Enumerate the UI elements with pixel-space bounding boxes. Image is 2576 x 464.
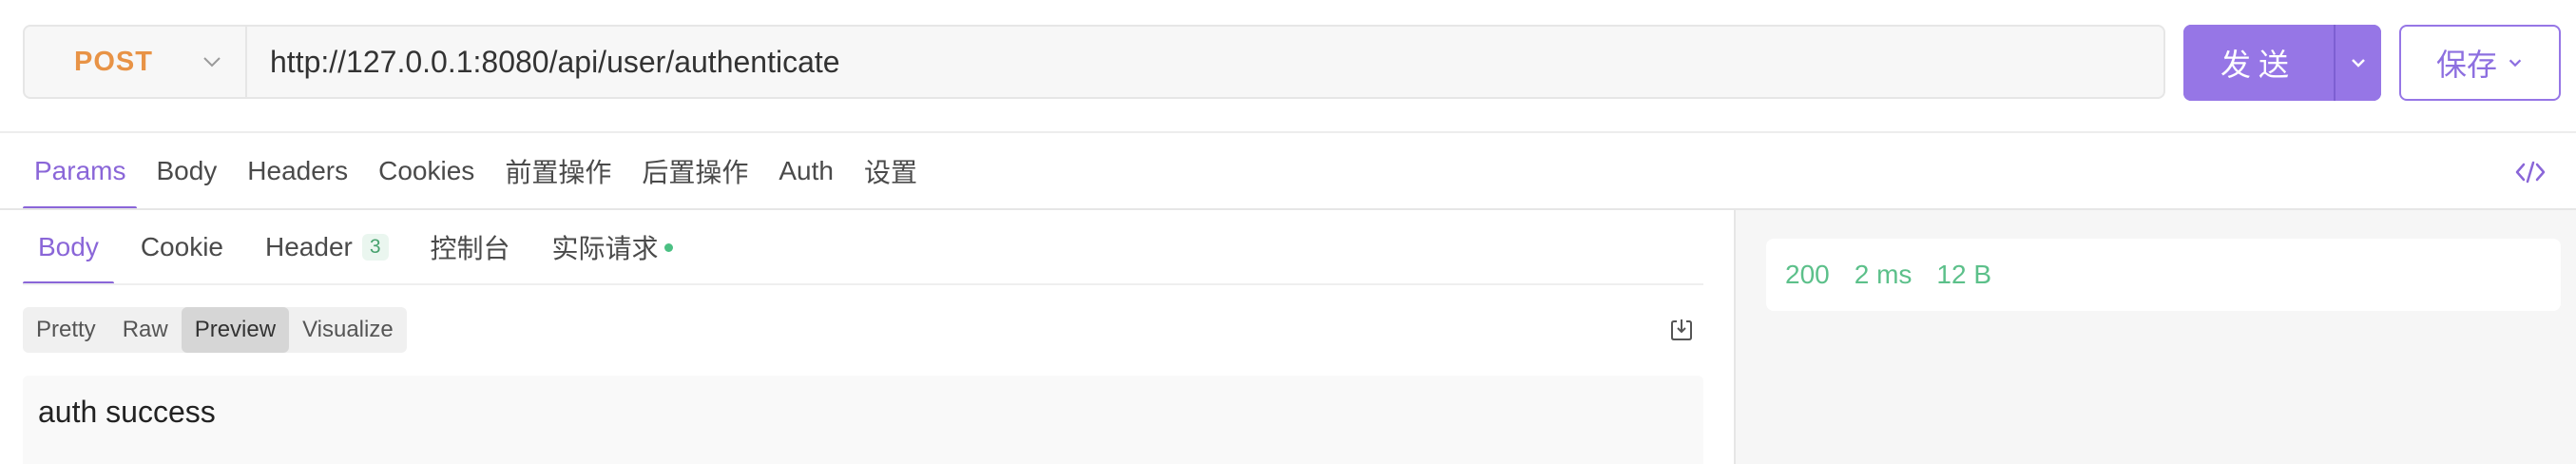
url-input[interactable]: http://127.0.0.1:8080/api/user/authentic… <box>247 45 840 80</box>
chevron-down-icon <box>203 57 221 68</box>
tab-cookies[interactable]: Cookies <box>378 133 474 209</box>
response-tab-console[interactable]: 控制台 <box>431 210 510 284</box>
method-label: POST <box>74 46 153 77</box>
response-tab-label: Body <box>38 232 99 261</box>
tab-settings[interactable]: 设置 <box>864 133 917 209</box>
tab-body[interactable]: Body <box>156 133 217 209</box>
chevron-down-icon <box>2509 59 2522 68</box>
send-button-group: 发送 <box>2183 25 2381 101</box>
response-tab-label: Header <box>265 232 353 261</box>
response-tab-actual-request[interactable]: 实际请求 <box>552 210 673 284</box>
send-button[interactable]: 发送 <box>2183 25 2334 101</box>
response-tab-body[interactable]: Body <box>23 210 114 285</box>
response-tab-label: Cookie <box>140 232 223 261</box>
request-tabs: Params Body Headers Cookies 前置操作 后置操作 Au… <box>23 133 948 210</box>
response-tabs: Body Cookie Header 3 控制台 实际请求 <box>23 210 715 285</box>
view-mode-pretty[interactable]: Pretty <box>23 307 109 353</box>
tab-auth[interactable]: Auth <box>779 133 834 209</box>
method-select[interactable]: POST <box>25 27 247 97</box>
tab-params[interactable]: Params <box>23 133 138 210</box>
response-time: 2 ms <box>1854 260 1913 289</box>
response-tab-label: 控制台 <box>430 234 510 263</box>
code-icon[interactable] <box>2514 156 2547 188</box>
view-mode-visualize[interactable]: Visualize <box>289 307 407 353</box>
response-tabs-divider <box>23 283 1703 285</box>
view-mode-preview[interactable]: Preview <box>181 307 290 353</box>
response-size: 12 B <box>1936 260 1992 289</box>
save-label: 保存 <box>2435 48 2497 82</box>
response-meta-pane: 200 2 ms 12 B <box>1734 210 2576 464</box>
view-mode-selector: Pretty Raw Preview Visualize <box>23 307 407 353</box>
tab-pre-processors[interactable]: 前置操作 <box>505 133 611 209</box>
chevron-down-icon <box>2352 59 2365 68</box>
tab-post-processors[interactable]: 后置操作 <box>642 133 748 209</box>
response-tab-label: 实际请求 <box>551 234 659 263</box>
response-tab-cookie[interactable]: Cookie <box>141 210 223 284</box>
send-dropdown-button[interactable] <box>2336 25 2381 101</box>
tab-headers[interactable]: Headers <box>247 133 348 209</box>
response-body-text: auth success <box>38 395 216 429</box>
download-icon[interactable] <box>1668 317 1695 343</box>
request-bar: POST http://127.0.0.1:8080/api/user/auth… <box>23 25 2165 99</box>
status-code: 200 <box>1785 260 1830 289</box>
header-count-badge: 3 <box>361 234 389 261</box>
response-preview-pane: auth success <box>23 376 1703 464</box>
save-button[interactable]: 保存 <box>2399 25 2561 101</box>
status-card: 200 2 ms 12 B <box>1766 239 2561 311</box>
view-mode-raw[interactable]: Raw <box>109 307 182 353</box>
status-dot-icon <box>663 242 673 252</box>
response-tab-header[interactable]: Header 3 <box>265 210 389 284</box>
